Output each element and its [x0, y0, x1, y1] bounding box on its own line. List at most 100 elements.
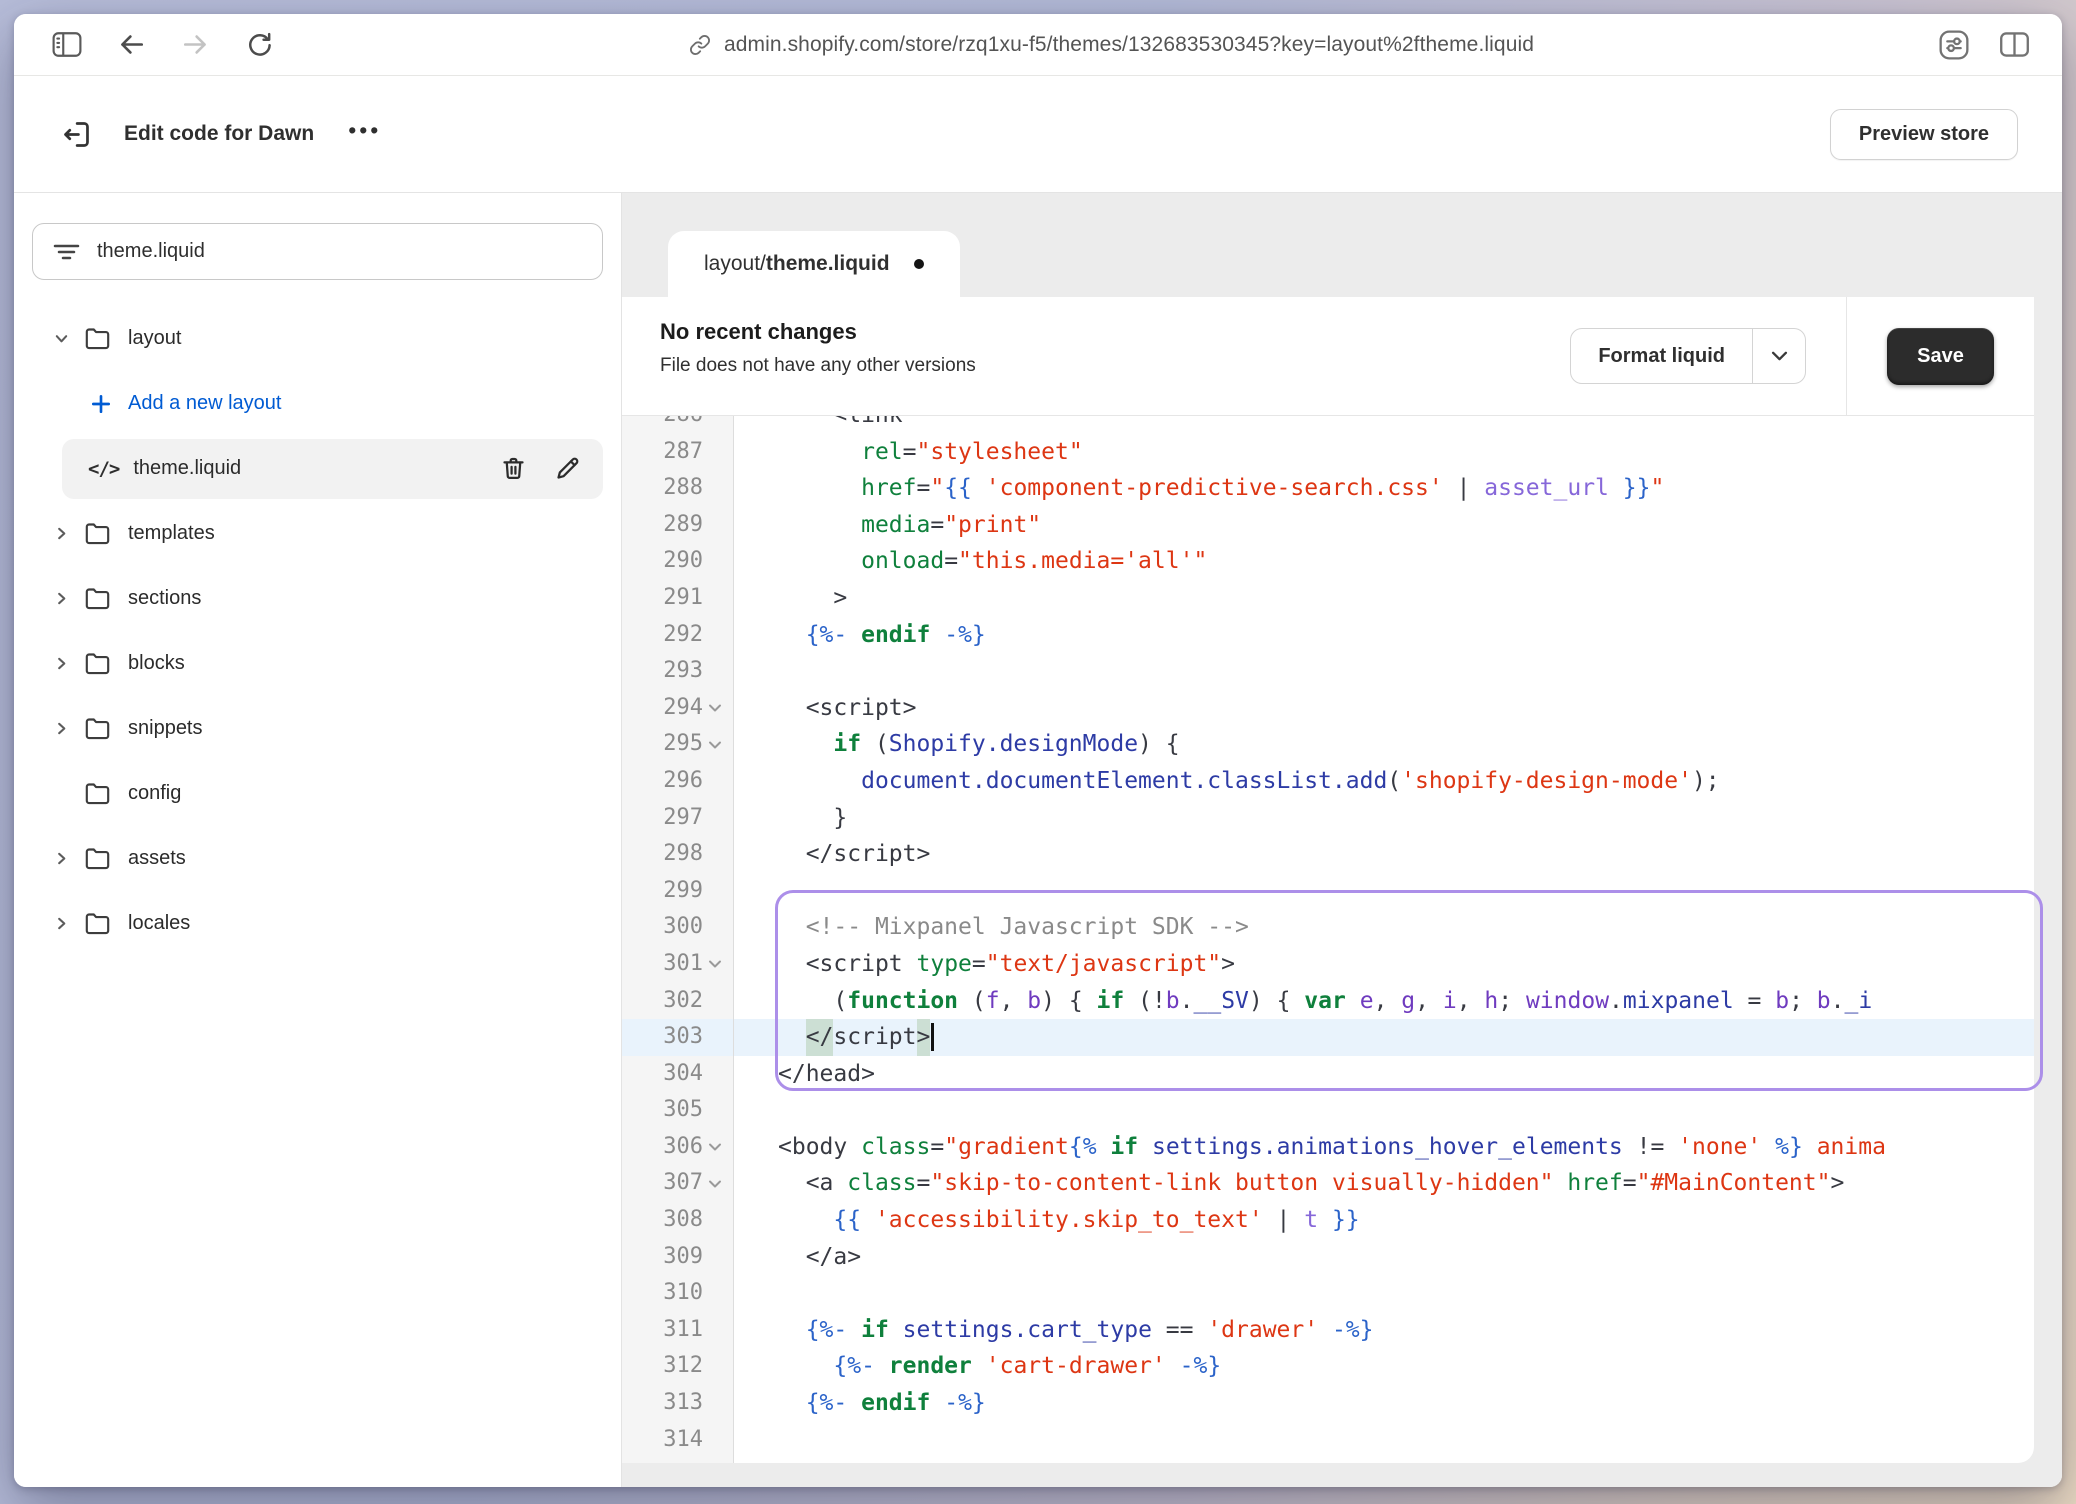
code-line-296[interactable]: 296 document.documentElement.classList.a… — [622, 763, 2034, 800]
chevron-right-icon[interactable] — [46, 721, 76, 736]
sidebar-item-layout[interactable]: layout — [32, 306, 603, 371]
sidebar-item-snippets[interactable]: snippets — [32, 696, 603, 761]
folder-label: templates — [128, 522, 215, 545]
code-line-295[interactable]: 295 if (Shopify.designMode) { — [622, 726, 2034, 763]
gutter-line-number: 297 — [622, 800, 734, 837]
split-view-icon[interactable] — [1999, 31, 2030, 58]
code-line-297[interactable]: 297 } — [622, 800, 2034, 837]
code-editor[interactable]: 286 <link287 rel="stylesheet"288 href="{… — [622, 416, 2034, 1463]
code-line-292[interactable]: 292 {%- endif -%} — [622, 617, 2034, 654]
preview-store-button[interactable]: Preview store — [1830, 109, 2018, 160]
sidebar-item-templates[interactable]: templates — [32, 501, 603, 566]
code-line-312[interactable]: 312 {%- render 'cart-drawer' -%} — [622, 1348, 2034, 1385]
sidebar-item-locales[interactable]: locales — [32, 891, 603, 956]
page-settings-icon[interactable] — [1937, 28, 1971, 62]
fold-chevron-icon[interactable] — [703, 726, 727, 763]
file-search-input[interactable]: theme.liquid — [32, 223, 603, 280]
status-subtitle: File does not have any other versions — [660, 355, 1570, 377]
back-icon[interactable] — [104, 23, 158, 67]
rename-file-icon[interactable] — [554, 455, 581, 482]
gutter-line-number: 291 — [622, 580, 734, 617]
code-line-313[interactable]: 313 {%- endif -%} — [622, 1385, 2034, 1422]
code-line-311[interactable]: 311 {%- if settings.cart_type == 'drawer… — [622, 1312, 2034, 1349]
format-options-chevron-icon[interactable] — [1753, 328, 1806, 384]
chevron-right-icon[interactable] — [46, 851, 76, 866]
file-status-header: No recent changes File does not have any… — [622, 297, 2034, 416]
code-line-302[interactable]: 302 (function (f, b) { if (!b.__SV) { va… — [622, 983, 2034, 1020]
chevron-right-icon[interactable] — [46, 591, 76, 606]
folder-label: sections — [128, 587, 201, 610]
code-line-308[interactable]: 308 {{ 'accessibility.skip_to_text' | t … — [622, 1202, 2034, 1239]
editor-card: No recent changes File does not have any… — [622, 297, 2034, 1463]
fold-chevron-icon[interactable] — [703, 690, 727, 727]
gutter-line-number: 307 — [622, 1165, 734, 1202]
code-line-291[interactable]: 291 > — [622, 580, 2034, 617]
fold-chevron-icon[interactable] — [703, 1165, 727, 1202]
code-line-301[interactable]: 301 <script type="text/javascript"> — [622, 946, 2034, 983]
folder-label: layout — [128, 327, 181, 350]
sidebar-item-add-a-new-layout[interactable]: Add a new layout — [32, 371, 603, 436]
code-line-298[interactable]: 298 </script> — [622, 836, 2034, 873]
code-line-315[interactable]: 315 {%- if settings.cart_type == 'notifi… — [622, 1458, 2034, 1463]
code-line-303[interactable]: 303 </script> — [622, 1019, 2034, 1056]
code-line-text: {%- if settings.cart_type == 'drawer' -%… — [734, 1312, 1374, 1349]
format-liquid-button[interactable]: Format liquid — [1570, 328, 1753, 384]
folder-icon — [84, 586, 111, 611]
sidebar-item-assets[interactable]: assets — [32, 826, 603, 891]
fold-chevron-icon[interactable] — [703, 946, 727, 983]
address-bar[interactable]: admin.shopify.com/store/rzq1xu-f5/themes… — [296, 33, 1927, 57]
exit-code-editor-icon[interactable] — [54, 112, 98, 156]
code-line-300[interactable]: 300 <!-- Mixpanel Javascript SDK --> — [622, 909, 2034, 946]
tab-layout-theme-liquid[interactable]: layout/theme.liquid — [668, 231, 960, 297]
tab-label: layout/theme.liquid — [704, 252, 890, 276]
text-cursor — [931, 1023, 934, 1051]
code-line-287[interactable]: 287 rel="stylesheet" — [622, 434, 2034, 471]
code-line-290[interactable]: 290 onload="this.media='all'" — [622, 543, 2034, 580]
forward-icon[interactable] — [168, 23, 222, 67]
code-line-299[interactable]: 299 — [622, 873, 2034, 910]
gutter-line-number: 313 — [622, 1385, 734, 1422]
gutter-line-number: 308 — [622, 1202, 734, 1239]
more-actions-icon[interactable]: ••• — [348, 119, 381, 150]
code-line-text: </script> — [734, 836, 930, 873]
chevron-right-icon[interactable] — [46, 656, 76, 671]
code-line-307[interactable]: 307 <a class="skip-to-content-link butto… — [622, 1165, 2034, 1202]
sidebar-item-blocks[interactable]: blocks — [32, 631, 603, 696]
code-line-text: if (Shopify.designMode) { — [734, 726, 1180, 763]
editor-area: layout/theme.liquid No recent changes Fi… — [622, 193, 2062, 1487]
code-line-text: <script type="text/javascript"> — [734, 946, 1235, 983]
sidebar-toggle-icon[interactable] — [40, 23, 94, 67]
folder-label: assets — [128, 847, 186, 870]
reload-icon[interactable] — [232, 23, 286, 67]
code-line-286[interactable]: 286 <link — [622, 416, 2034, 434]
gutter-line-number: 300 — [622, 909, 734, 946]
chevron-right-icon[interactable] — [46, 526, 76, 541]
code-line-text: href="{{ 'component-predictive-search.cs… — [734, 470, 1664, 507]
delete-file-icon[interactable] — [500, 455, 527, 482]
selected-file-row[interactable]: </>theme.liquid — [62, 439, 603, 499]
folder-icon — [84, 781, 111, 806]
save-button[interactable]: Save — [1887, 328, 1994, 385]
code-line-305[interactable]: 305 — [622, 1092, 2034, 1129]
code-line-293[interactable]: 293 — [622, 653, 2034, 690]
gutter-line-number: 312 — [622, 1348, 734, 1385]
status-title: No recent changes — [660, 319, 1570, 345]
code-line-289[interactable]: 289 media="print" — [622, 507, 2034, 544]
code-line-309[interactable]: 309 </a> — [622, 1239, 2034, 1276]
sidebar-item-config[interactable]: config — [32, 761, 603, 826]
code-line-294[interactable]: 294 <script> — [622, 690, 2034, 727]
code-line-text: } — [734, 800, 847, 837]
chevron-right-icon[interactable] — [46, 916, 76, 931]
gutter-line-number: 304 — [622, 1056, 734, 1093]
chevron-down-icon[interactable] — [46, 331, 76, 346]
code-line-310[interactable]: 310 — [622, 1275, 2034, 1312]
code-line-306[interactable]: 306<body class="gradient{% if settings.a… — [622, 1129, 2034, 1166]
code-line-text: (function (f, b) { if (!b.__SV) { var e,… — [734, 983, 1872, 1020]
code-line-304[interactable]: 304</head> — [622, 1056, 2034, 1093]
sidebar-item-theme-liquid[interactable]: </>theme.liquid — [32, 436, 603, 501]
fold-chevron-icon[interactable] — [703, 1129, 727, 1166]
browser-window: admin.shopify.com/store/rzq1xu-f5/themes… — [14, 14, 2062, 1487]
code-line-288[interactable]: 288 href="{{ 'component-predictive-searc… — [622, 470, 2034, 507]
code-line-314[interactable]: 314 — [622, 1422, 2034, 1459]
sidebar-item-sections[interactable]: sections — [32, 566, 603, 631]
